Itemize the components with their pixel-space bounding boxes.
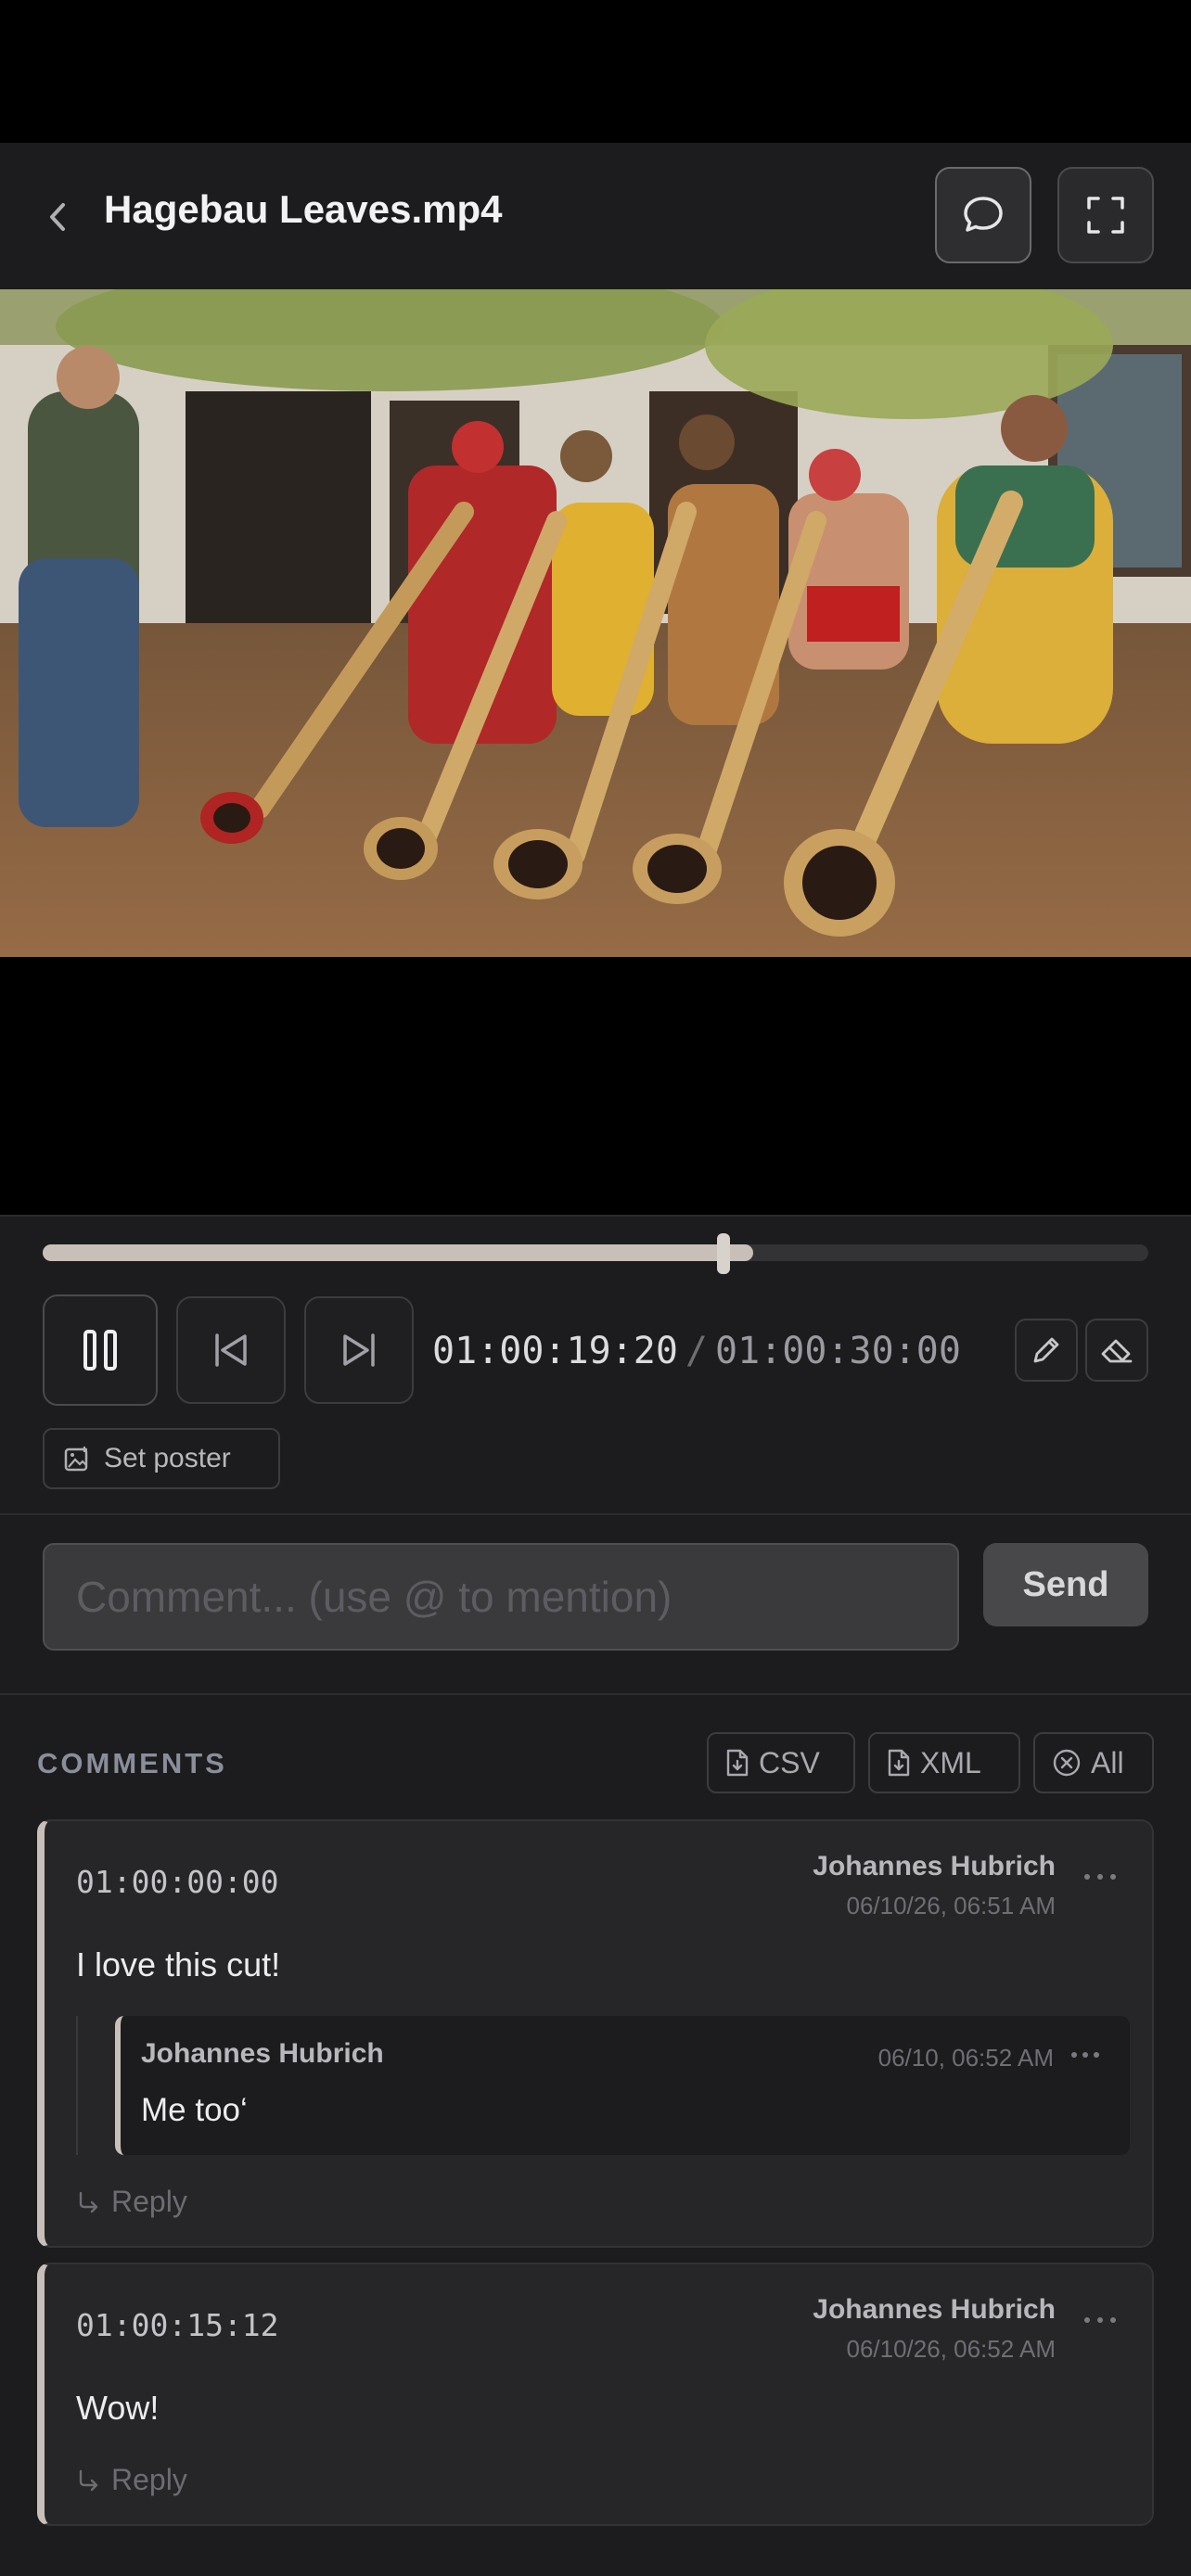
fullscreen-button[interactable] [1057,167,1154,263]
chevron-left-icon [50,203,65,231]
file-download-icon [726,1749,749,1777]
header-bar: Hagebau Leaves.mp4 [0,143,1191,289]
reply-text: Me too‘ [141,2092,248,2128]
export-xml-label: XML [920,1745,981,1779]
export-xml-button[interactable]: XML [868,1732,1020,1793]
comment-timecode[interactable]: 01:00:00:00 [76,1864,279,1900]
video-letterbox [0,957,1191,1215]
pause-button[interactable] [43,1294,158,1406]
close-circle-icon [1053,1749,1081,1777]
comment-timecode[interactable]: 01:00:15:12 [76,2307,279,2343]
comment-card[interactable]: 01:00:00:00 Johannes Hubrich 06/10/26, 0… [37,1819,1154,2248]
more-horizontal-icon [1071,2052,1099,2058]
export-csv-button[interactable]: CSV [707,1732,855,1793]
video-still-image [0,289,1191,957]
image-plus-icon [64,1447,88,1472]
comment-text: Wow! [76,2389,160,2427]
clear-all-button[interactable]: All [1033,1732,1154,1793]
reply-button[interactable]: Reply [76,2185,187,2219]
current-time: 01:00:19:20 [432,1330,678,1372]
time-separator: / [685,1330,708,1372]
set-poster-label: Set poster [104,1443,231,1473]
reply-label: Reply [111,2463,187,2496]
comment-author: Johannes Hubrich [813,2294,1056,2325]
comments-section: COMMENTS CSV XML All 01:00:00:00 Johanne… [0,1695,1191,2576]
pencil-icon [1033,1337,1059,1363]
reply-date: 06/10, 06:52 AM [877,2044,1054,2072]
erase-annotation-button[interactable] [1085,1319,1148,1382]
duration-time: 01:00:30:00 [715,1330,961,1372]
video-frame[interactable] [0,289,1191,957]
fullscreen-icon [1087,197,1124,234]
export-csv-label: CSV [759,1745,820,1779]
reply-thread: Johannes Hubrich 06/10, 06:52 AM Me too‘ [76,2016,1130,2155]
comments-toggle-button[interactable] [935,167,1031,263]
previous-frame-button[interactable] [176,1296,286,1404]
comment-text: I love this cut! [76,1945,281,1983]
eraser-icon [1101,1339,1133,1363]
file-download-icon [888,1749,910,1777]
comment-date: 06/10/26, 06:51 AM [846,1892,1056,1919]
send-button[interactable]: Send [983,1543,1148,1626]
page-title: Hagebau Leaves.mp4 [104,187,503,231]
clear-all-label: All [1091,1745,1124,1779]
timecode-display: 01:00:19:20/01:00:30:00 [432,1330,961,1372]
reply-label: Reply [111,2185,187,2218]
timeline-progress-fill [43,1244,753,1261]
reply-author: Johannes Hubrich [141,2038,384,2069]
next-frame-button[interactable] [304,1296,414,1404]
chat-bubble-icon [964,197,1003,232]
back-button[interactable] [39,191,76,243]
reply-button[interactable]: Reply [76,2463,187,2497]
comment-composer: Send [0,1513,1191,1695]
reply-card[interactable]: Johannes Hubrich 06/10, 06:52 AM Me too‘ [115,2016,1130,2155]
pause-icon [83,1330,117,1371]
playback-controls: 01:00:19:20/01:00:30:00 Set poster [0,1215,1191,1513]
reply-more-button[interactable] [1069,2047,1102,2062]
comment-card[interactable]: 01:00:15:12 Johannes Hubrich 06/10/26, 0… [37,2263,1154,2526]
comment-more-button[interactable] [1082,2311,1119,2329]
comment-author: Johannes Hubrich [813,1851,1056,1881]
reply-arrow-icon [79,2469,98,2491]
more-horizontal-icon [1084,2317,1116,2323]
skip-forward-icon [343,1333,375,1367]
comment-more-button[interactable] [1082,1868,1119,1886]
reply-arrow-icon [79,2191,98,2213]
comment-date: 06/10/26, 06:52 AM [846,2335,1056,2363]
set-poster-button[interactable]: Set poster [43,1428,280,1489]
more-horizontal-icon [1084,1874,1116,1880]
skip-back-icon [215,1333,247,1367]
timeline-playhead[interactable] [717,1233,730,1274]
comments-heading: COMMENTS [37,1747,227,1779]
comment-input[interactable] [43,1543,959,1651]
draw-annotation-button[interactable] [1015,1319,1078,1382]
timeline-scrubber[interactable] [43,1233,1148,1274]
